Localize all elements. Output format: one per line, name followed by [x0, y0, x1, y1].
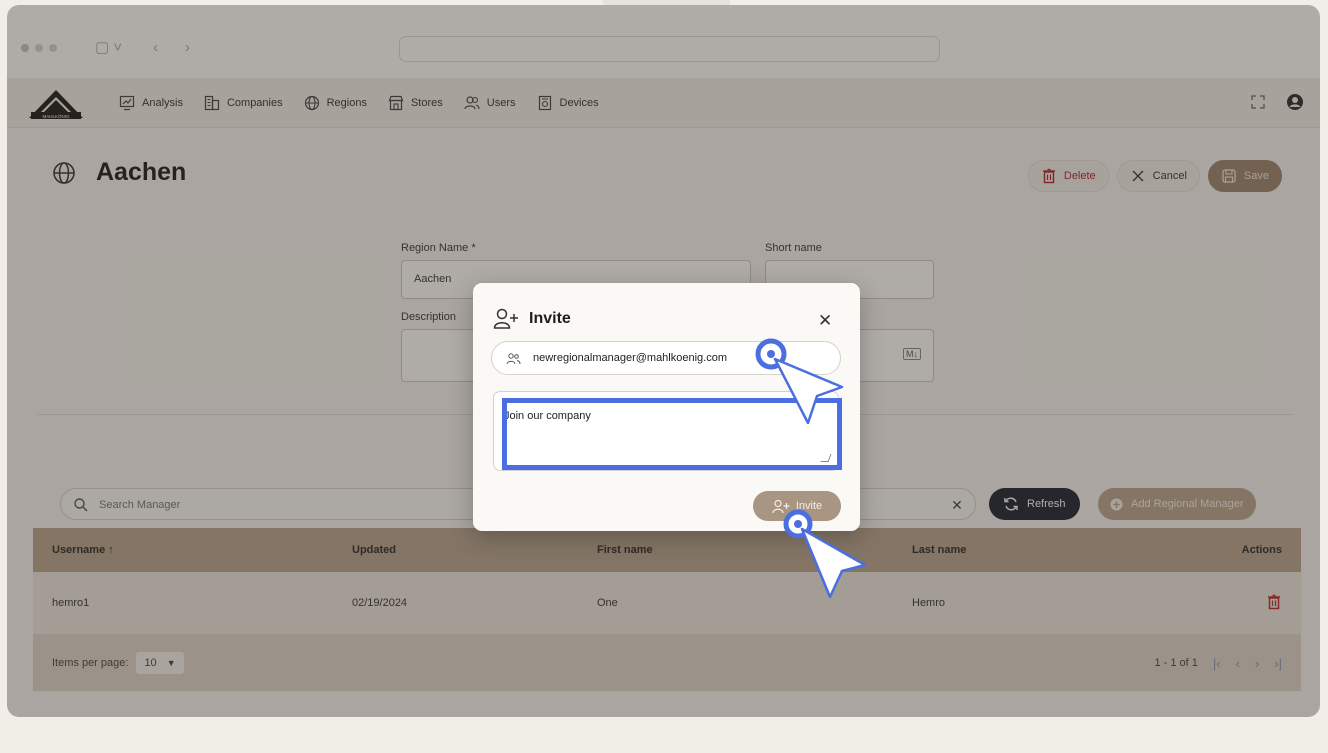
browser-window: ▢ ˅ ‹ › MAHLKÖNIG Analysis Companies Reg…: [7, 5, 1320, 717]
add-user-icon: [493, 308, 518, 329]
users-icon: [506, 353, 521, 365]
email-value: newregionalmanager@mahlkoenig.com: [533, 352, 727, 364]
dialog-title: Invite: [529, 310, 571, 327]
dialog-header: Invite: [493, 307, 571, 331]
click-cursor-email: [755, 338, 844, 425]
click-cursor-invite: [783, 509, 867, 599]
close-icon[interactable]: ✕: [818, 311, 832, 331]
